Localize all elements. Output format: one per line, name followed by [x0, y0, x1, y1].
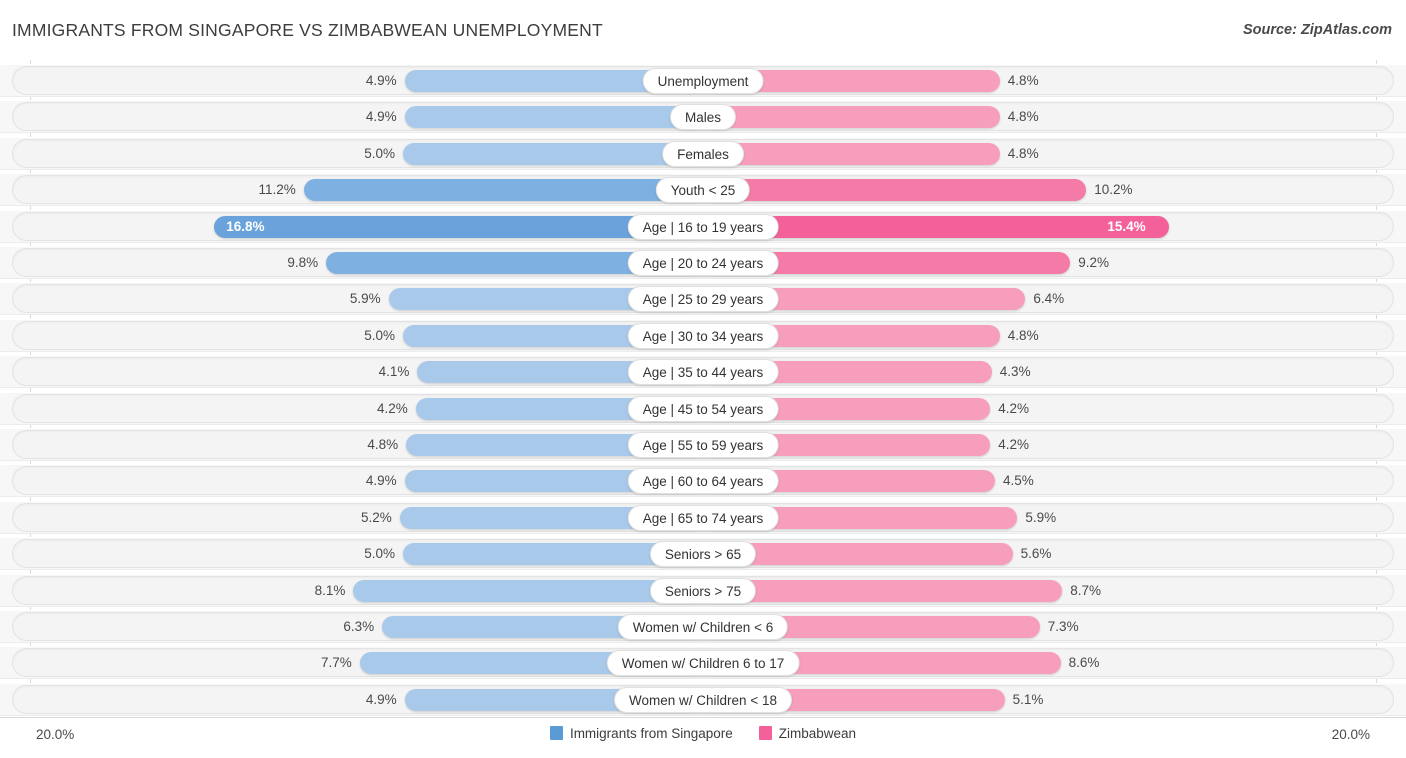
bar-immigrants-from-singapore	[303, 179, 703, 202]
chart-row: 16.8% 15.4% Age | 16 to 19 years	[0, 209, 1406, 243]
value-label-left: 8.1%	[314, 582, 346, 598]
category-label: Women w/ Children 6 to 17	[606, 650, 800, 677]
category-label: Age | 16 to 19 years	[627, 213, 779, 240]
category-label: Women w/ Children < 18	[614, 686, 792, 713]
bar-zimbabwean	[703, 142, 1000, 165]
legend-label: Zimbabwean	[778, 726, 857, 741]
value-label-right: 4.8%	[1007, 109, 1039, 125]
category-label: Age | 45 to 54 years	[627, 395, 779, 422]
value-label-right: 5.9%	[1025, 509, 1057, 525]
value-label-left: 16.8%	[226, 218, 265, 234]
chart-row: 7.7% 8.6% Women w/ Children 6 to 17	[0, 646, 1406, 680]
chart-row: 4.1% 4.3% Age | 35 to 44 years	[0, 355, 1406, 389]
category-label: Age | 30 to 34 years	[627, 322, 779, 349]
chart-row: 5.0% 4.8% Females	[0, 136, 1406, 170]
value-label-right: 5.6%	[1020, 546, 1052, 562]
value-label-left: 4.9%	[365, 73, 397, 88]
value-label-left: 4.2%	[377, 400, 408, 416]
value-label-left: 7.7%	[321, 655, 352, 671]
chart-row: 6.3% 7.3% Women w/ Children < 6	[0, 610, 1406, 643]
value-label-right: 4.5%	[1003, 473, 1034, 489]
bar-immigrants-from-singapore	[404, 106, 703, 129]
value-label-right: 4.2%	[998, 400, 1029, 416]
category-label: Seniors > 75	[649, 577, 757, 604]
value-label-right: 5.1%	[1012, 691, 1044, 707]
value-label-left: 9.8%	[287, 255, 319, 270]
value-label-left: 5.9%	[349, 291, 381, 307]
legend-item: Immigrants from Singapore	[549, 724, 733, 744]
chart-row: 4.2% 4.2% Age | 45 to 54 years	[0, 391, 1406, 425]
value-label-right: 4.2%	[998, 437, 1029, 452]
bar-zimbabwean	[703, 106, 1000, 129]
value-label-right: 8.7%	[1070, 582, 1101, 598]
chart-legend: Immigrants from Singapore Zimbabwean	[0, 724, 1406, 744]
value-label-left: 4.9%	[365, 691, 397, 707]
category-label: Females	[662, 140, 744, 167]
category-label: Youth < 25	[655, 177, 751, 204]
category-label: Seniors > 65	[649, 541, 757, 568]
value-label-right: 15.4%	[1107, 218, 1146, 234]
value-label-right: 7.3%	[1047, 619, 1079, 634]
category-label: Age | 65 to 74 years	[627, 504, 779, 531]
bar-zimbabwean	[703, 579, 1063, 602]
value-label-right: 4.8%	[1007, 327, 1039, 343]
value-label-left: 4.1%	[378, 364, 410, 380]
value-label-left: 6.3%	[343, 619, 375, 634]
chart-row: 9.8% 9.2% Age | 20 to 24 years	[0, 246, 1406, 279]
value-label-left: 4.8%	[367, 437, 399, 452]
value-label-right: 10.2%	[1094, 182, 1133, 198]
chart-row: 4.9% 4.8% Males	[0, 100, 1406, 134]
chart-header: IMMIGRANTS FROM SINGAPORE VS ZIMBABWEAN …	[0, 0, 1406, 60]
value-label-right: 4.3%	[999, 364, 1031, 380]
category-label: Age | 55 to 59 years	[627, 432, 779, 458]
page-title: IMMIGRANTS FROM SINGAPORE VS ZIMBABWEAN …	[12, 20, 603, 40]
legend-item: Zimbabwean	[758, 724, 857, 744]
legend-swatch-icon	[758, 726, 772, 740]
category-label: Age | 60 to 64 years	[627, 468, 779, 495]
chart-row: 11.2% 10.2% Youth < 25	[0, 173, 1406, 207]
chart-row: 5.0% 4.8% Age | 30 to 34 years	[0, 318, 1406, 352]
category-label: Women w/ Children < 6	[617, 614, 789, 640]
chart-row: 4.8% 4.2% Age | 55 to 59 years	[0, 428, 1406, 461]
chart-row: 4.9% 5.1% Women w/ Children < 18	[0, 682, 1406, 716]
category-label: Males	[669, 104, 737, 131]
legend-label: Immigrants from Singapore	[569, 726, 733, 741]
category-label: Age | 25 to 29 years	[627, 286, 779, 313]
value-label-left: 5.0%	[364, 145, 395, 161]
chart-row: 4.9% 4.5% Age | 60 to 64 years	[0, 464, 1406, 498]
chart-footer: 20.0% 20.0% Immigrants from Singapore Zim…	[0, 717, 1406, 758]
value-label-right: 9.2%	[1078, 255, 1109, 270]
value-label-left: 11.2%	[258, 182, 296, 198]
chart-row: 5.0% 5.6% Seniors > 65	[0, 537, 1406, 571]
source-label: Source: ZipAtlas.com	[1242, 22, 1392, 38]
value-label-right: 4.8%	[1007, 145, 1039, 161]
value-label-left: 5.0%	[364, 546, 395, 562]
bar-immigrants-from-singapore	[403, 142, 703, 165]
value-label-right: 4.8%	[1007, 73, 1039, 88]
value-label-left: 4.9%	[365, 473, 397, 489]
value-label-right: 6.4%	[1033, 291, 1065, 307]
chart-row: 8.1% 8.7% Seniors > 75	[0, 573, 1406, 607]
category-label: Unemployment	[642, 68, 764, 94]
category-label: Age | 20 to 24 years	[627, 250, 779, 276]
chart-row: 4.9% 4.8% Unemployment	[0, 64, 1406, 97]
value-label-left: 5.2%	[361, 509, 392, 525]
bar-zimbabwean	[703, 179, 1087, 202]
value-label-left: 5.0%	[364, 327, 395, 343]
legend-swatch-icon	[549, 726, 563, 740]
chart-plot-area: 4.9% 4.8% Unemployment 4.9% 4.8% Males 5.0% 4.8…	[0, 60, 1406, 717]
category-label: Age | 35 to 44 years	[627, 359, 779, 386]
value-label-left: 4.9%	[365, 109, 397, 125]
chart-row: 5.9% 6.4% Age | 25 to 29 years	[0, 282, 1406, 316]
chart-row: 5.2% 5.9% Age | 65 to 74 years	[0, 500, 1406, 534]
value-label-right: 8.6%	[1068, 655, 1100, 671]
